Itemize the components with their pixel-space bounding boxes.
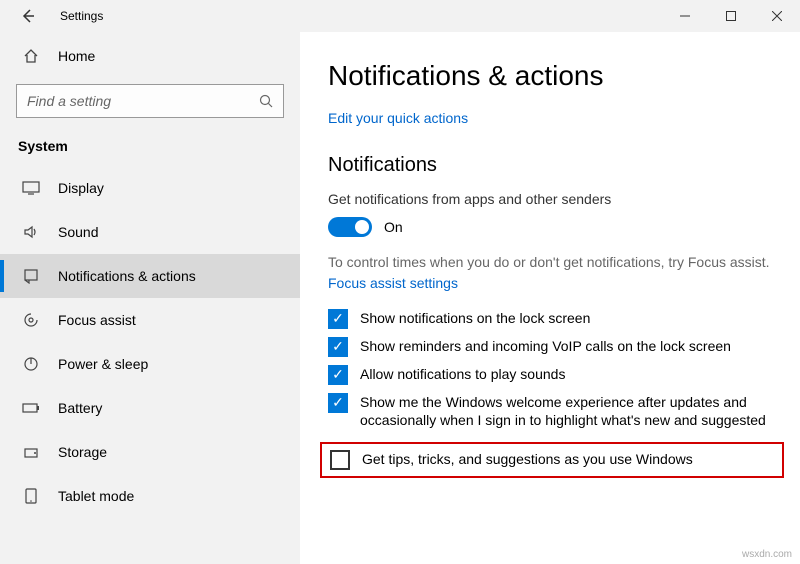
checkbox-list: ✓ Show notifications on the lock screen … xyxy=(328,309,780,479)
content-area: Notifications & actions Edit your quick … xyxy=(300,32,800,564)
arrow-left-icon xyxy=(20,8,36,24)
minimize-icon xyxy=(680,11,690,21)
notif-description: Get notifications from apps and other se… xyxy=(328,191,780,207)
display-icon xyxy=(22,181,40,195)
page-heading: Notifications & actions xyxy=(328,60,780,92)
minimize-button[interactable] xyxy=(662,0,708,32)
checkbox[interactable] xyxy=(330,450,350,470)
check-label: Show reminders and incoming VoIP calls o… xyxy=(360,337,731,356)
notifications-toggle[interactable] xyxy=(328,217,372,237)
check-label: Show me the Windows welcome experience a… xyxy=(360,393,780,431)
window-title: Settings xyxy=(60,9,103,23)
nav-battery[interactable]: Battery xyxy=(0,386,300,430)
search-icon xyxy=(259,94,273,108)
nav-label: Display xyxy=(58,180,104,196)
check-reminders[interactable]: ✓ Show reminders and incoming VoIP calls… xyxy=(328,337,780,357)
nav-label: Notifications & actions xyxy=(58,268,196,284)
search-box[interactable] xyxy=(16,84,284,118)
nav-sound[interactable]: Sound xyxy=(0,210,300,254)
checkbox[interactable]: ✓ xyxy=(328,337,348,357)
maximize-icon xyxy=(726,11,736,21)
quick-actions-link[interactable]: Edit your quick actions xyxy=(328,110,780,126)
check-sounds[interactable]: ✓ Allow notifications to play sounds xyxy=(328,365,780,385)
check-tips-highlighted[interactable]: Get tips, tricks, and suggestions as you… xyxy=(320,442,784,478)
toggle-label: On xyxy=(384,219,403,235)
check-label: Show notifications on the lock screen xyxy=(360,309,590,328)
nav-label: Tablet mode xyxy=(58,488,134,504)
sidebar: Home System Display Sound xyxy=(0,32,300,564)
nav-storage[interactable]: Storage xyxy=(0,430,300,474)
power-icon xyxy=(22,356,40,372)
category-label: System xyxy=(0,130,300,166)
storage-icon xyxy=(22,444,40,460)
notifications-icon xyxy=(22,268,40,284)
checkbox[interactable]: ✓ xyxy=(328,393,348,413)
home-icon xyxy=(22,48,40,64)
close-icon xyxy=(772,11,782,21)
titlebar: Settings xyxy=(0,0,800,32)
focus-icon xyxy=(22,312,40,328)
checkbox[interactable]: ✓ xyxy=(328,365,348,385)
nav-label: Power & sleep xyxy=(58,356,148,372)
check-label: Get tips, tricks, and suggestions as you… xyxy=(362,450,693,469)
nav-list: Display Sound Notifications & actions Fo… xyxy=(0,166,300,518)
check-welcome[interactable]: ✓ Show me the Windows welcome experience… xyxy=(328,393,780,431)
check-label: Allow notifications to play sounds xyxy=(360,365,565,384)
back-button[interactable] xyxy=(8,0,48,32)
nav-power[interactable]: Power & sleep xyxy=(0,342,300,386)
focus-assist-text: To control times when you do or don't ge… xyxy=(328,253,780,273)
tablet-icon xyxy=(22,488,40,504)
nav-display[interactable]: Display xyxy=(0,166,300,210)
checkbox[interactable]: ✓ xyxy=(328,309,348,329)
close-button[interactable] xyxy=(754,0,800,32)
nav-label: Battery xyxy=(58,400,102,416)
watermark: wsxdn.com xyxy=(742,549,792,560)
focus-assist-link[interactable]: Focus assist settings xyxy=(328,275,780,291)
sound-icon xyxy=(22,224,40,240)
nav-tablet[interactable]: Tablet mode xyxy=(0,474,300,518)
nav-notifications[interactable]: Notifications & actions xyxy=(0,254,300,298)
home-label: Home xyxy=(58,48,95,64)
nav-label: Focus assist xyxy=(58,312,136,328)
search-input[interactable] xyxy=(27,93,259,109)
notifications-toggle-row: On xyxy=(328,217,780,237)
battery-icon xyxy=(22,402,40,414)
nav-label: Storage xyxy=(58,444,107,460)
maximize-button[interactable] xyxy=(708,0,754,32)
nav-focus-assist[interactable]: Focus assist xyxy=(0,298,300,342)
section-heading: Notifications xyxy=(328,154,780,177)
check-lock-screen[interactable]: ✓ Show notifications on the lock screen xyxy=(328,309,780,329)
home-nav[interactable]: Home xyxy=(0,36,300,76)
nav-label: Sound xyxy=(58,224,98,240)
